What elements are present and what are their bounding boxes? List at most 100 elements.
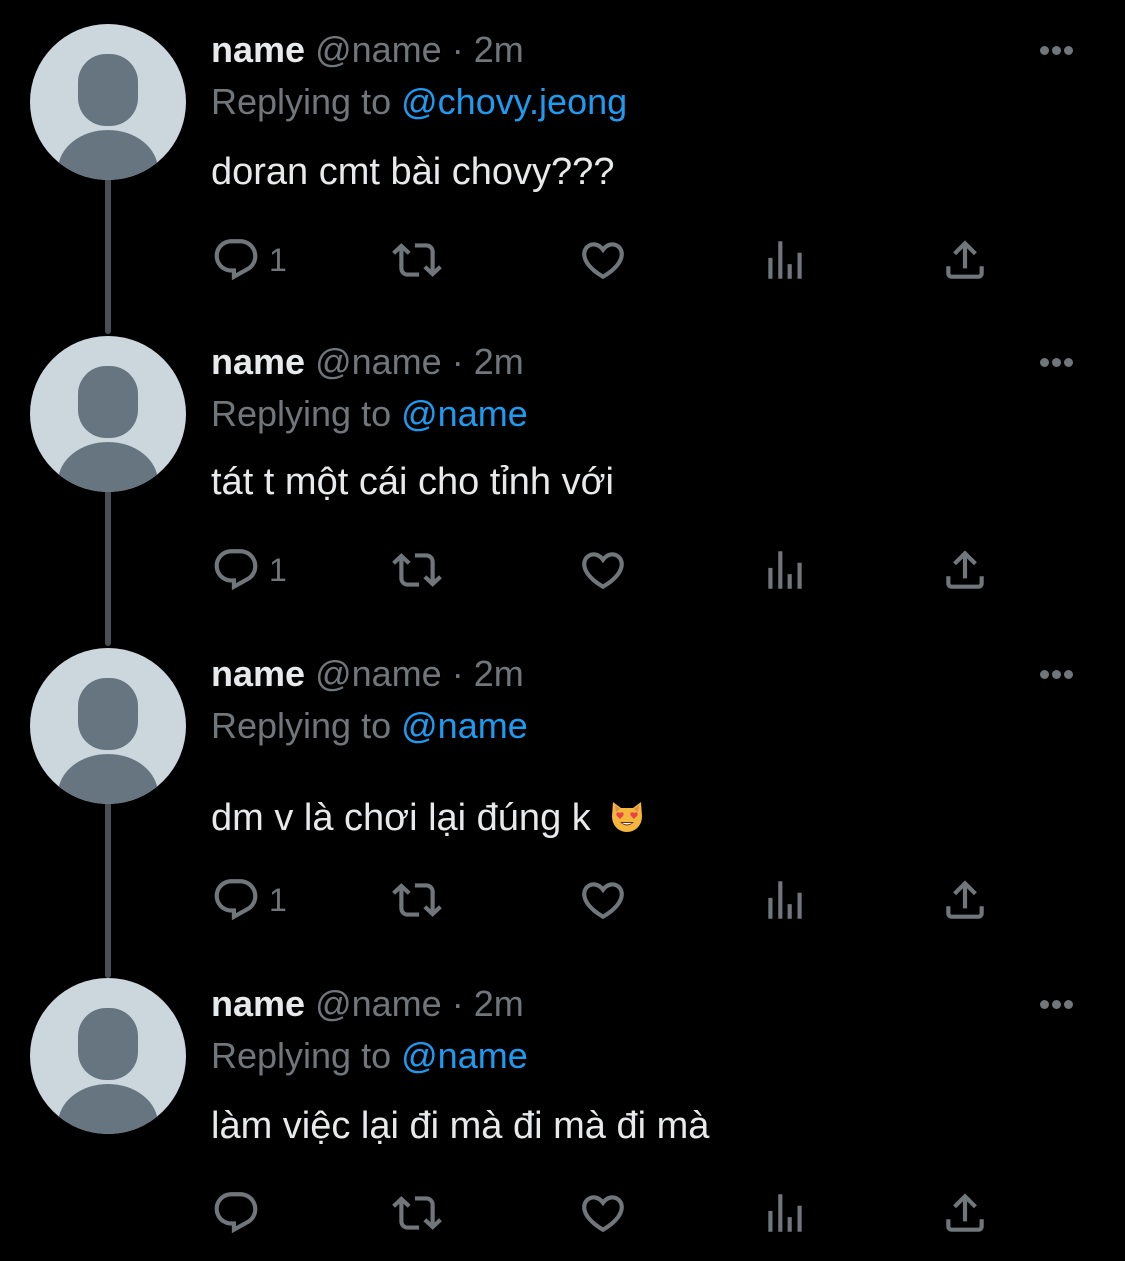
views-icon	[768, 1194, 802, 1232]
mention-link[interactable]: @name	[401, 393, 528, 434]
default-avatar-head	[78, 678, 138, 750]
views-button[interactable]	[760, 1183, 810, 1243]
retweet-button[interactable]	[392, 230, 442, 290]
tweet-header: name @name · 2m	[211, 340, 524, 384]
replying-to: Replying to @name	[211, 704, 528, 748]
tweet[interactable]: name @name · 2m Replying to @name tát t …	[0, 318, 1125, 630]
replying-to: Replying to @name	[211, 392, 528, 436]
tweet[interactable]: name @name · 2m Replying to @name dm v l…	[0, 630, 1125, 960]
replying-to: Replying to @chovy.jeong	[211, 80, 627, 124]
user-handle[interactable]: @name	[315, 29, 442, 70]
default-avatar-body	[58, 442, 158, 492]
heart-icon	[582, 552, 624, 590]
share-icon	[946, 550, 984, 589]
more-icon[interactable]	[1040, 666, 1084, 680]
heart-icon	[582, 882, 624, 920]
tweet-header: name @name · 2m	[211, 652, 524, 696]
separator-dot: ·	[451, 983, 464, 1024]
mention-link[interactable]: @name	[401, 1035, 528, 1076]
separator-dot: ·	[451, 341, 464, 382]
default-avatar-body	[58, 1084, 158, 1134]
retweet-icon	[392, 243, 442, 277]
retweet-icon	[392, 1196, 442, 1230]
heart-icon	[582, 242, 624, 280]
reply-button[interactable]: 1	[211, 230, 287, 290]
views-icon	[768, 241, 802, 279]
views-icon	[768, 881, 802, 919]
retweet-icon	[392, 553, 442, 587]
retweet-button[interactable]	[392, 1183, 442, 1243]
views-icon	[768, 551, 802, 589]
like-button[interactable]	[578, 1183, 628, 1243]
more-icon[interactable]	[1040, 996, 1084, 1010]
tweet[interactable]: name @name · 2m Replying to @name làm vi…	[0, 960, 1125, 1261]
tweet-text: làm việc lại đi mà đi mà đi mà	[211, 1105, 710, 1147]
timestamp[interactable]: 2m	[474, 341, 524, 382]
action-bar: 1	[0, 230, 1125, 290]
retweet-button[interactable]	[392, 870, 442, 930]
replying-to: Replying to @name	[211, 1034, 528, 1078]
avatar[interactable]	[30, 978, 186, 1134]
like-button[interactable]	[578, 540, 628, 600]
default-avatar-head	[78, 54, 138, 126]
heart-eyes-cat-icon	[612, 802, 643, 832]
reply-button[interactable]: 1	[211, 540, 287, 600]
tweet-header: name @name · 2m	[211, 28, 524, 72]
avatar[interactable]	[30, 336, 186, 492]
share-button[interactable]	[940, 1183, 990, 1243]
timestamp[interactable]: 2m	[474, 983, 524, 1024]
user-handle[interactable]: @name	[315, 341, 442, 382]
more-icon[interactable]	[1040, 354, 1084, 368]
display-name[interactable]: name	[211, 983, 305, 1024]
separator-dot: ·	[451, 29, 464, 70]
like-button[interactable]	[578, 870, 628, 930]
tweet-thread: name @name · 2m Replying to @chovy.jeong…	[0, 0, 1125, 1261]
tweet-header: name @name · 2m	[211, 982, 524, 1026]
action-bar	[0, 1183, 1125, 1243]
separator-dot: ·	[451, 653, 464, 694]
user-handle[interactable]: @name	[315, 983, 442, 1024]
views-button[interactable]	[760, 230, 810, 290]
reply-count: 1	[269, 881, 287, 918]
default-avatar-body	[58, 754, 158, 804]
share-button[interactable]	[940, 230, 990, 290]
tweet[interactable]: name @name · 2m Replying to @chovy.jeong…	[0, 0, 1125, 318]
reply-count: 1	[269, 241, 287, 278]
default-avatar-head	[78, 366, 138, 438]
views-button[interactable]	[760, 540, 810, 600]
share-button[interactable]	[940, 540, 990, 600]
display-name[interactable]: name	[211, 341, 305, 382]
tweet-text: tát t một cái cho tỉnh với	[211, 461, 614, 503]
share-button[interactable]	[940, 870, 990, 930]
share-icon	[946, 880, 984, 919]
reply-icon	[214, 549, 258, 591]
reply-button[interactable]: 1	[211, 870, 287, 930]
heart-icon	[582, 1195, 624, 1233]
replying-prefix: Replying to	[211, 393, 392, 434]
retweet-button[interactable]	[392, 540, 442, 600]
reply-icon	[214, 239, 258, 281]
reply-count: 1	[269, 551, 287, 588]
like-button[interactable]	[578, 230, 628, 290]
share-icon	[946, 240, 984, 279]
mention-link[interactable]: @chovy.jeong	[401, 81, 627, 122]
action-bar: 1	[0, 540, 1125, 600]
display-name[interactable]: name	[211, 29, 305, 70]
more-icon[interactable]	[1040, 42, 1084, 56]
views-button[interactable]	[760, 870, 810, 930]
timestamp[interactable]: 2m	[474, 653, 524, 694]
user-handle[interactable]: @name	[315, 653, 442, 694]
avatar[interactable]	[30, 24, 186, 180]
reply-icon	[214, 1192, 258, 1234]
share-icon	[946, 1193, 984, 1232]
reply-button[interactable]	[211, 1183, 269, 1243]
reply-icon	[214, 879, 258, 921]
tweet-text-container: dm v là chơi lại đúng k	[211, 794, 647, 842]
action-bar: 1	[0, 870, 1125, 930]
display-name[interactable]: name	[211, 653, 305, 694]
avatar[interactable]	[30, 648, 186, 804]
timestamp[interactable]: 2m	[474, 29, 524, 70]
default-avatar-head	[78, 1008, 138, 1080]
mention-link[interactable]: @name	[401, 705, 528, 746]
default-avatar-body	[58, 130, 158, 180]
